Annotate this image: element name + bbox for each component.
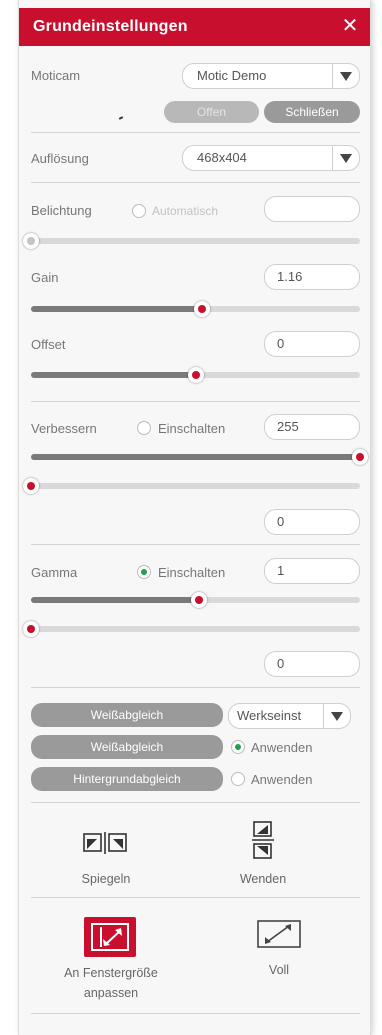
offset-slider-fill — [31, 372, 196, 378]
offset-label: Offset — [31, 337, 66, 352]
white-balance-apply-radio[interactable] — [231, 740, 245, 754]
gamma-secondary-input[interactable]: 0 — [264, 651, 360, 677]
resolution-select-value: 468x404 — [197, 150, 247, 165]
gamma-slider-handle[interactable] — [190, 592, 207, 608]
enhance-input[interactable]: 255 — [264, 414, 360, 440]
background-apply-radio[interactable] — [231, 772, 245, 786]
exposure-input[interactable] — [264, 196, 360, 222]
gamma-label: Gamma — [31, 565, 78, 580]
enhance-label: Verbessern — [31, 421, 97, 436]
resolution-label: Auflösung — [31, 151, 89, 166]
gain-slider-handle[interactable] — [194, 301, 211, 317]
cursor-mark — [118, 116, 124, 120]
full-size-icon[interactable] — [257, 920, 301, 948]
enhance-slider-handle[interactable] — [352, 449, 368, 465]
exposure-slider-handle[interactable] — [23, 233, 39, 249]
exposure-auto-label: Automatisch — [152, 204, 219, 218]
panel-header: Grundeinstellungen ✕ — [19, 8, 370, 46]
gain-slider-fill — [31, 306, 203, 312]
flip-icon[interactable] — [252, 821, 274, 859]
chevron-down-icon[interactable] — [332, 146, 359, 170]
background-apply-label: Anwenden — [251, 772, 313, 787]
divider — [31, 1013, 360, 1014]
offset-slider[interactable] — [31, 367, 360, 383]
white-balance-preset-select[interactable]: Werkseinst — [228, 703, 351, 729]
fit-window-icon — [91, 923, 129, 951]
exposure-slider[interactable] — [23, 233, 360, 249]
divider — [31, 897, 360, 898]
enhance-secondary-input[interactable]: 0 — [264, 509, 360, 535]
gain-slider[interactable] — [31, 301, 360, 317]
open-camera-button[interactable]: Offen — [164, 101, 259, 123]
white-balance-button[interactable]: Weißabgleich — [31, 703, 223, 727]
offset-slider-handle[interactable] — [187, 367, 204, 383]
white-balance-preset-value: Werkseinst — [237, 708, 302, 723]
background-balance-button[interactable]: Hintergrundabgleich — [31, 767, 223, 791]
camera-select[interactable]: Motic Demo — [182, 63, 360, 89]
camera-select-value: Motic Demo — [197, 68, 267, 83]
fit-label-line1: An Fenstergröße — [64, 966, 158, 980]
enhance-slider-fill — [31, 454, 360, 460]
exposure-auto-radio[interactable] — [132, 204, 146, 218]
panel-title: Grundeinstellungen — [33, 18, 188, 35]
gamma-slider[interactable] — [31, 592, 360, 608]
divider — [31, 132, 360, 133]
enhance-secondary-slider-handle[interactable] — [23, 478, 39, 494]
mirror-icon[interactable] — [83, 832, 127, 854]
close-camera-button[interactable]: Schließen — [264, 101, 360, 123]
offset-input[interactable]: 0 — [264, 331, 360, 357]
flip-label: Wenden — [239, 872, 287, 886]
enhance-secondary-slider[interactable] — [23, 478, 360, 494]
resolution-select[interactable]: 468x404 — [182, 145, 360, 171]
divider — [31, 802, 360, 803]
fit-to-window-label: An Fenstergröße anpassen — [45, 963, 177, 1003]
settings-panel: Grundeinstellungen ✕ Moticam Motic Demo … — [18, 0, 371, 1035]
gamma-input[interactable]: 1 — [264, 558, 360, 584]
divider — [31, 182, 360, 183]
gamma-enable-label: Einschalten — [158, 565, 226, 580]
gamma-secondary-slider[interactable] — [23, 621, 360, 637]
exposure-label: Belichtung — [31, 203, 92, 218]
enhance-enable-label: Einschalten — [158, 421, 226, 436]
full-size-label: Voll — [268, 963, 290, 977]
fit-label-line2: anpassen — [83, 986, 139, 1000]
camera-label: Moticam — [31, 68, 81, 83]
gamma-secondary-slider-handle[interactable] — [23, 621, 39, 637]
white-balance-apply-label: Anwenden — [251, 740, 313, 755]
gain-input[interactable]: 1.16 — [264, 264, 360, 290]
close-icon[interactable]: ✕ — [340, 15, 360, 37]
gamma-slider-fill — [31, 597, 199, 603]
enhance-slider[interactable] — [31, 449, 368, 465]
fit-to-window-button[interactable] — [84, 917, 136, 957]
divider — [31, 401, 360, 402]
mirror-label: Spiegeln — [81, 872, 131, 886]
gain-label: Gain — [31, 270, 59, 285]
gamma-enable-radio[interactable] — [137, 565, 151, 579]
enhance-enable-radio[interactable] — [137, 421, 151, 435]
chevron-down-icon[interactable] — [332, 64, 359, 88]
divider — [31, 687, 360, 688]
white-balance-button-2[interactable]: Weißabgleich — [31, 735, 223, 759]
chevron-down-icon[interactable] — [323, 704, 350, 728]
divider — [31, 544, 360, 545]
